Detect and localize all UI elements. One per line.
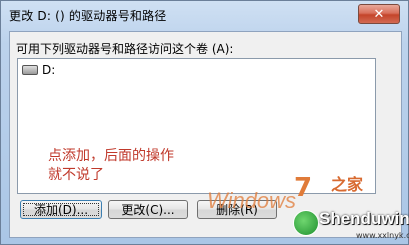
close-button[interactable]: ✕ [358,4,400,24]
dialog-body: 可用下列驱动器号和路径访问这个卷 (A): D: 点添加，后面的操作 就不说了 … [9,31,402,238]
title-bar[interactable]: 更改 D: () 的驱动器号和路径 ✕ [1,1,408,27]
drive-icon [22,65,38,75]
watermark-seven: 7 [294,173,313,203]
watermark-windows: Windows [207,188,297,213]
brand-logo-text: Shenduwin8 [319,209,409,228]
drive-path-listbox[interactable]: D: 点添加，后面的操作 就不说了 [17,58,376,194]
add-button[interactable]: 添加(D)... [20,200,102,219]
brand-logo-icon [293,210,319,236]
change-button[interactable]: 更改(C)... [108,200,188,219]
list-item[interactable]: D: [22,63,55,77]
annotation-line: 就不说了 [48,167,104,183]
watermark-zhijia: 之家 [331,175,364,194]
close-icon: ✕ [373,6,385,22]
list-prompt-label: 可用下列驱动器号和路径访问这个卷 (A): [16,42,234,56]
dialog-window: 更改 D: () 的驱动器号和路径 ✕ 可用下列驱动器号和路径访问这个卷 (A)… [0,0,409,245]
list-item-label: D: [42,63,56,77]
annotation-text: 点添加，后面的操作 就不说了 [48,147,174,185]
annotation-line: 点添加，后面的操作 [48,148,174,164]
brand-url: www.xxlnyk.com [356,231,409,240]
window-title: 更改 D: () 的驱动器号和路径 [9,9,167,23]
